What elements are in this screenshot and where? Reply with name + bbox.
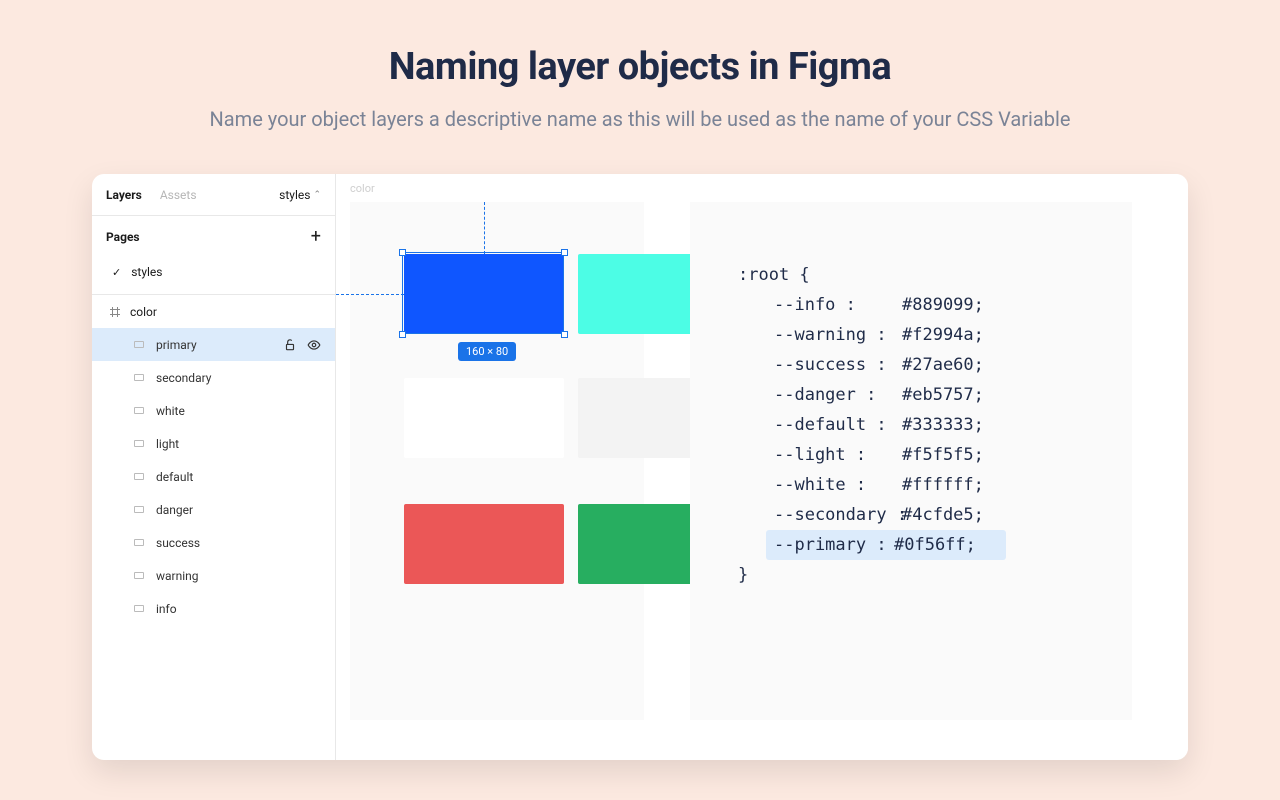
layer-name: warning xyxy=(156,569,199,583)
swatch-white[interactable] xyxy=(404,378,564,458)
code-output-panel: :root { --info :#889099;--warning :#f299… xyxy=(690,202,1132,720)
css-var-value: #27ae60; xyxy=(902,350,984,380)
code-line: } xyxy=(738,560,1104,590)
css-var-name: --warning : xyxy=(774,320,902,350)
css-var-name: --primary : xyxy=(774,530,894,560)
css-var-value: #f2994a; xyxy=(902,320,984,350)
code-var-line: --success :#27ae60; xyxy=(738,350,1104,380)
frame-icon xyxy=(110,307,120,317)
rectangle-icon xyxy=(134,473,144,480)
layer-row-light[interactable]: light xyxy=(92,427,335,460)
layer-name: danger xyxy=(156,503,193,517)
code-var-line: --default :#333333; xyxy=(738,410,1104,440)
chevron-up-icon: ⌃ xyxy=(313,190,321,200)
css-var-name: --default : xyxy=(774,410,902,440)
css-var-value: #333333; xyxy=(902,410,984,440)
pages-label: Pages xyxy=(106,230,140,244)
canvas[interactable]: color 160 × 80 :root { --info :#889099;-… xyxy=(336,174,1188,760)
checkmark-icon: ✓ xyxy=(112,267,121,278)
code-var-line: --info :#889099; xyxy=(738,290,1104,320)
css-var-value: #eb5757; xyxy=(902,380,984,410)
css-var-name: --light : xyxy=(774,440,902,470)
layers-sidebar: Layers Assets styles ⌃ Pages + ✓ styles … xyxy=(92,174,336,760)
layer-name: primary xyxy=(156,338,197,352)
selection-handle[interactable] xyxy=(399,249,406,256)
layer-name: default xyxy=(156,470,193,484)
layer-name: info xyxy=(156,602,177,616)
frame-label: color xyxy=(350,182,375,195)
css-var-name: --white : xyxy=(774,470,902,500)
css-var-name: --info : xyxy=(774,290,902,320)
layer-row-success[interactable]: success xyxy=(92,526,335,559)
code-var-line: --light :#f5f5f5; xyxy=(738,440,1104,470)
selection-handle[interactable] xyxy=(561,249,568,256)
code-var-line: --warning :#f2994a; xyxy=(738,320,1104,350)
css-var-value: #889099; xyxy=(902,290,984,320)
tab-assets[interactable]: Assets xyxy=(160,188,197,202)
alignment-guide xyxy=(484,202,485,254)
css-var-value: #4cfde5; xyxy=(902,500,984,530)
rectangle-icon xyxy=(134,539,144,546)
page-item[interactable]: ✓ styles xyxy=(92,258,335,286)
rectangle-icon xyxy=(134,374,144,381)
layer-row-danger[interactable]: danger xyxy=(92,493,335,526)
frame-name: color xyxy=(130,305,157,319)
rectangle-icon xyxy=(134,506,144,513)
css-var-value: #0f56ff; xyxy=(894,530,976,560)
artboard[interactable]: 160 × 80 xyxy=(350,202,644,720)
layer-row-info[interactable]: info xyxy=(92,592,335,625)
frame-row[interactable]: color xyxy=(92,295,335,328)
layer-name: white xyxy=(156,404,185,418)
layer-row-secondary[interactable]: secondary xyxy=(92,361,335,394)
selection-dimensions: 160 × 80 xyxy=(458,342,516,361)
rectangle-icon xyxy=(134,341,144,348)
css-var-name: --secondary : xyxy=(774,500,902,530)
unlock-icon[interactable] xyxy=(283,338,297,352)
code-var-line: --white :#ffffff; xyxy=(738,470,1104,500)
eye-icon[interactable] xyxy=(307,338,321,352)
css-var-name: --success : xyxy=(774,350,902,380)
layer-row-warning[interactable]: warning xyxy=(92,559,335,592)
layer-row-primary[interactable]: primary xyxy=(92,328,335,361)
page-subtitle: Name your object layers a descriptive na… xyxy=(0,107,1280,131)
layer-row-default[interactable]: default xyxy=(92,460,335,493)
code-var-line: --primary :#0f56ff; xyxy=(766,530,1006,560)
css-var-value: #f5f5f5; xyxy=(902,440,984,470)
figma-window: Layers Assets styles ⌃ Pages + ✓ styles … xyxy=(92,174,1188,760)
page-name: styles xyxy=(131,265,162,279)
code-var-line: --danger :#eb5757; xyxy=(738,380,1104,410)
doc-name-label: styles xyxy=(279,188,310,202)
code-var-line: --secondary :#4cfde5; xyxy=(738,500,1104,530)
add-page-button[interactable]: + xyxy=(311,228,321,246)
css-var-name: --danger : xyxy=(774,380,902,410)
layer-name: light xyxy=(156,437,179,451)
page-title: Naming layer objects in Figma xyxy=(0,45,1280,89)
code-line: :root { xyxy=(738,260,1104,290)
rectangle-icon xyxy=(134,407,144,414)
rectangle-icon xyxy=(134,440,144,447)
layer-name: secondary xyxy=(156,371,211,385)
css-var-value: #ffffff; xyxy=(902,470,984,500)
selection-handle[interactable] xyxy=(399,331,406,338)
layer-actions xyxy=(283,338,335,352)
swatch-danger[interactable] xyxy=(404,504,564,584)
selection-outline xyxy=(402,252,564,334)
layer-name: success xyxy=(156,536,200,550)
tab-layers[interactable]: Layers xyxy=(106,188,142,202)
rectangle-icon xyxy=(134,605,144,612)
doc-name-dropdown[interactable]: styles ⌃ xyxy=(279,188,321,202)
rectangle-icon xyxy=(134,572,144,579)
selection-handle[interactable] xyxy=(561,331,568,338)
layer-row-white[interactable]: white xyxy=(92,394,335,427)
alignment-guide xyxy=(336,294,404,295)
